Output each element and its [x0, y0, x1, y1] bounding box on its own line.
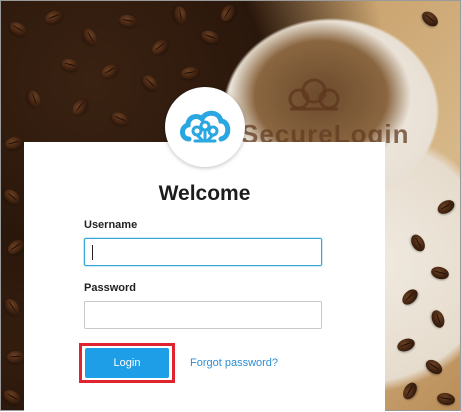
coffee-bean: [118, 13, 138, 29]
text-caret: [92, 245, 93, 260]
coffee-bean: [1, 387, 23, 407]
coffee-bean: [6, 350, 26, 364]
coffee-bean: [435, 197, 457, 217]
coffee-bean: [429, 308, 447, 330]
coffee-bean: [99, 61, 121, 81]
latte-art-logo-icon: [288, 78, 340, 111]
password-field[interactable]: [84, 301, 322, 329]
coffee-bean: [43, 8, 65, 26]
cloud-network-icon: [180, 110, 231, 143]
coffee-bean: [109, 109, 131, 129]
coffee-bean: [399, 286, 421, 308]
coffee-bean: [423, 356, 445, 378]
coffee-bean: [3, 134, 25, 152]
password-label: Password: [84, 282, 136, 294]
coffee-bean: [395, 336, 417, 354]
coffee-bean: [25, 88, 43, 110]
coffee-bean: [1, 296, 23, 318]
coffee-bean: [400, 380, 420, 402]
forgot-password-link[interactable]: Forgot password?: [190, 357, 278, 369]
username-label: Username: [84, 219, 138, 231]
coffee-bean: [80, 26, 100, 48]
coffee-bean: [172, 5, 188, 25]
coffee-bean: [180, 65, 200, 81]
coffee-bean: [149, 36, 171, 58]
coffee-bean: [218, 2, 238, 24]
login-button[interactable]: Login: [85, 348, 169, 378]
coffee-bean: [436, 391, 456, 407]
coffee-bean: [59, 56, 81, 74]
coffee-bean: [419, 8, 441, 30]
coffee-bean: [199, 28, 221, 46]
coffee-bean: [139, 72, 161, 94]
coffee-bean: [408, 232, 428, 254]
coffee-bean: [69, 96, 91, 118]
username-field[interactable]: [84, 238, 322, 266]
page-title: Welcome: [158, 182, 251, 205]
coffee-bean: [7, 19, 29, 39]
logo-badge: [165, 87, 245, 167]
coffee-bean: [429, 264, 451, 282]
